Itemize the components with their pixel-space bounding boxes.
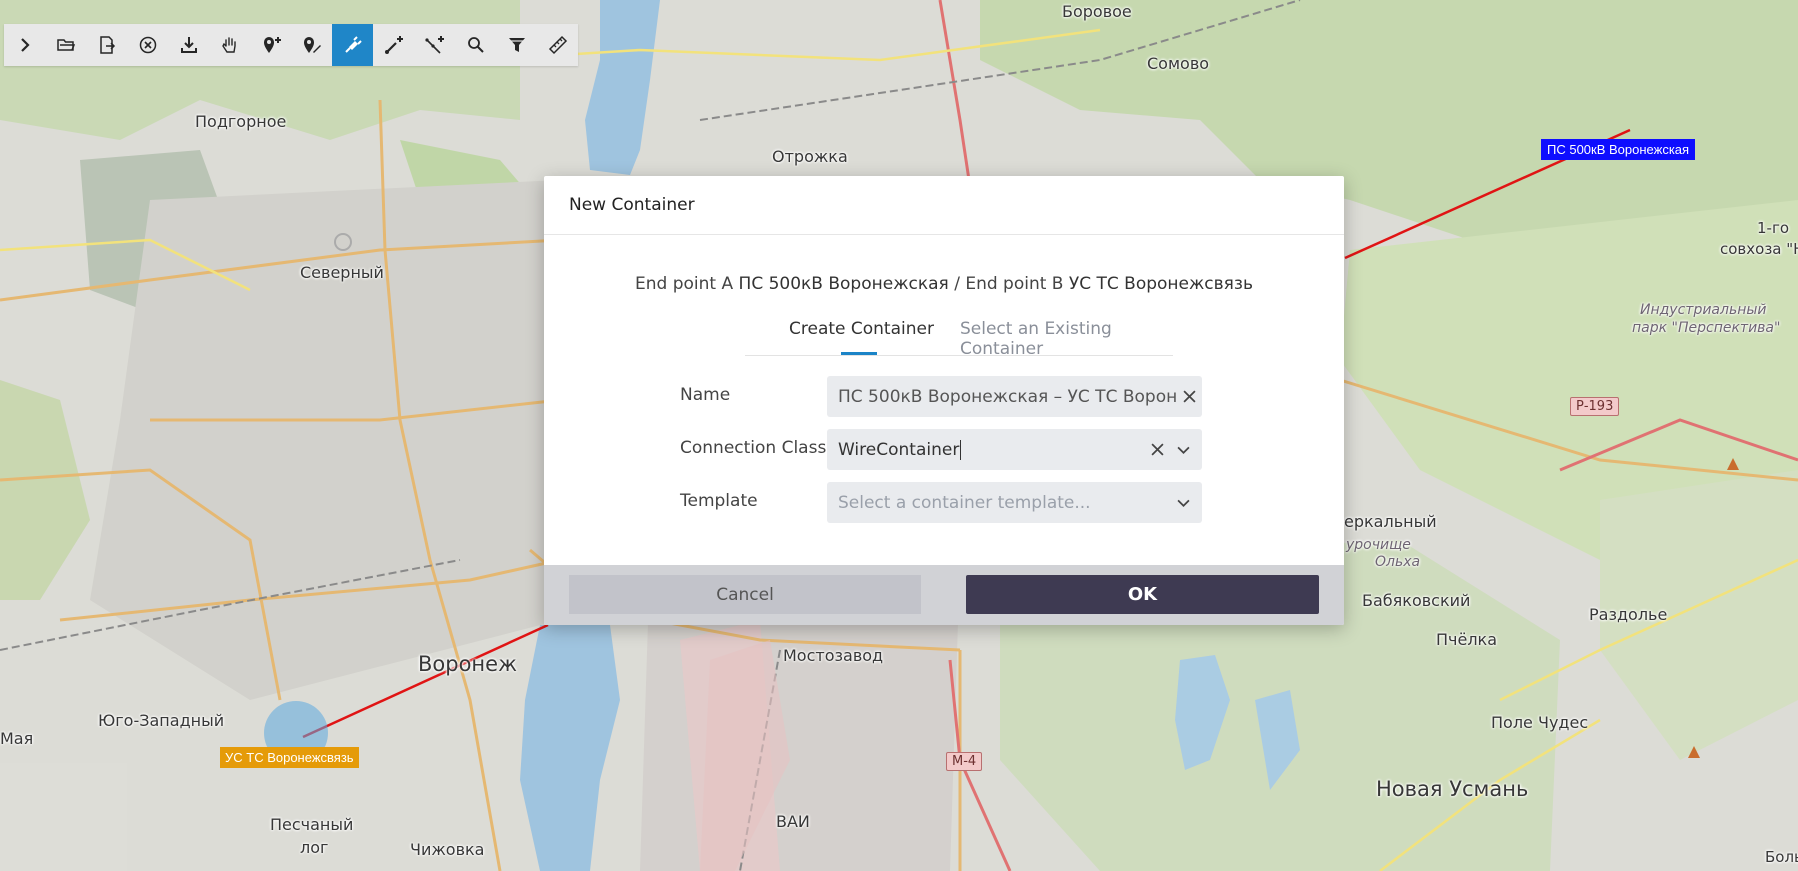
template-select[interactable]: Select a container template... xyxy=(827,482,1202,523)
template-label: Template xyxy=(680,491,758,511)
chevron-down-icon xyxy=(1176,446,1190,454)
endpoints-summary: End point A ПС 500кВ Воронежская / End p… xyxy=(544,274,1344,294)
endpoint-a-name: ПС 500кВ Воронежская xyxy=(738,274,949,294)
text-caret xyxy=(960,439,962,460)
tab-select-existing-container[interactable]: Select an Existing Container xyxy=(960,319,1173,359)
cancel-button[interactable]: Cancel xyxy=(569,575,921,614)
connection-class-select[interactable]: WireContainer xyxy=(827,429,1202,470)
name-field[interactable]: ПС 500кВ Воронежская – УС ТС Воронежсвяз… xyxy=(827,376,1202,417)
name-label: Name xyxy=(680,385,731,405)
clear-connection-class-button[interactable] xyxy=(1144,429,1170,470)
endpoint-b-prefix: End point B xyxy=(965,274,1064,294)
container-tabs: Create Container Select an Existing Cont… xyxy=(745,319,1173,359)
dialog-title: New Container xyxy=(569,195,695,215)
connection-class-dropdown-toggle[interactable] xyxy=(1170,429,1196,470)
ok-button[interactable]: OK xyxy=(966,575,1319,614)
chevron-down-icon xyxy=(1176,499,1190,507)
template-placeholder[interactable]: Select a container template... xyxy=(827,493,1170,513)
template-dropdown-toggle[interactable] xyxy=(1170,482,1196,523)
endpoint-a-prefix: End point A xyxy=(635,274,734,294)
clear-name-button[interactable] xyxy=(1176,376,1202,417)
close-icon xyxy=(1182,390,1196,403)
endpoint-separator: / xyxy=(954,274,960,294)
name-input[interactable]: ПС 500кВ Воронежская – УС ТС Воронежсвяз… xyxy=(827,387,1176,407)
new-container-dialog: New Container End point A ПС 500кВ Ворон… xyxy=(544,176,1344,625)
connection-class-label: Connection Class xyxy=(680,438,827,458)
connection-class-value: WireContainer xyxy=(838,439,960,460)
dialog-header: New Container xyxy=(544,176,1344,235)
dialog-footer: Cancel OK xyxy=(544,565,1344,625)
active-tab-indicator xyxy=(841,352,877,355)
connection-class-input[interactable]: WireContainer xyxy=(827,439,1144,460)
close-icon xyxy=(1150,443,1164,456)
tab-create-container[interactable]: Create Container xyxy=(789,319,934,339)
endpoint-b-name: УС ТС Воронежсвязь xyxy=(1068,274,1253,294)
modal-overlay: New Container End point A ПС 500кВ Ворон… xyxy=(0,0,1798,871)
